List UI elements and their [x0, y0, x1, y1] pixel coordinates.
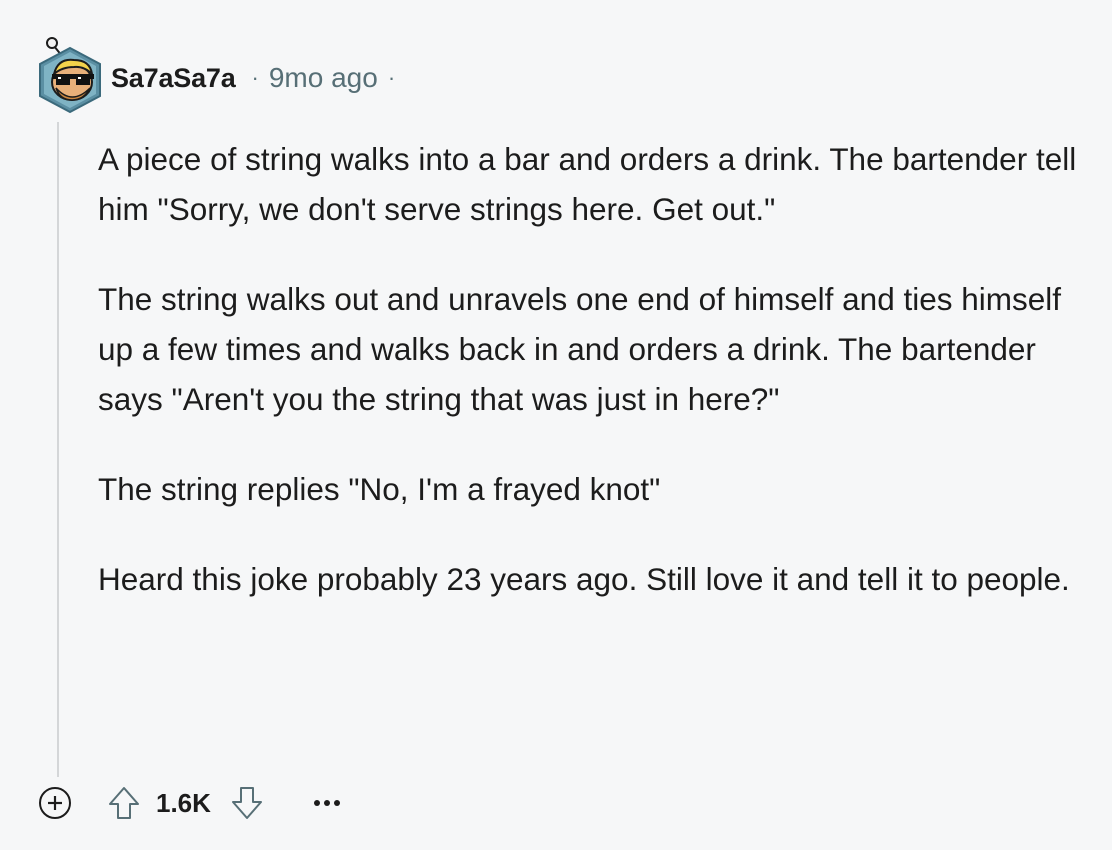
comment: Sa7aSa7a · 9mo ago · A piece of string w…: [0, 0, 1112, 850]
arrow-up-outline-icon: [109, 787, 139, 819]
plus-circle-icon: [39, 787, 71, 819]
separator-dot: ·: [251, 65, 259, 90]
username[interactable]: Sa7aSa7a: [111, 63, 236, 94]
comment-paragraph: The string walks out and unravels one en…: [98, 281, 1062, 417]
separator-dot: ·: [387, 65, 396, 90]
downvote-button[interactable]: [229, 783, 265, 823]
avatar[interactable]: [32, 34, 108, 116]
ellipsis-icon: [313, 800, 340, 806]
comment-actions: 1.6K: [36, 781, 347, 825]
thread-line[interactable]: [57, 122, 59, 777]
comment-paragraph: Heard this joke probably 23 years ago. S…: [98, 561, 1070, 597]
comment-body: A piece of string walks into a bar and o…: [98, 134, 1098, 644]
vote-score: 1.6K: [156, 787, 211, 818]
timestamp[interactable]: 9mo ago: [269, 62, 378, 94]
comment-paragraph: The string replies "No, I'm a frayed kno…: [98, 471, 661, 507]
more-options-button[interactable]: [307, 783, 347, 823]
arrow-down-outline-icon: [231, 787, 262, 819]
upvote-button[interactable]: [106, 783, 142, 823]
comment-paragraph: A piece of string walks into a bar and o…: [98, 141, 1077, 227]
comment-header: Sa7aSa7a · 9mo ago ·: [111, 58, 395, 98]
expand-button[interactable]: [36, 784, 74, 822]
snoo-avatar-icon: [39, 37, 101, 114]
